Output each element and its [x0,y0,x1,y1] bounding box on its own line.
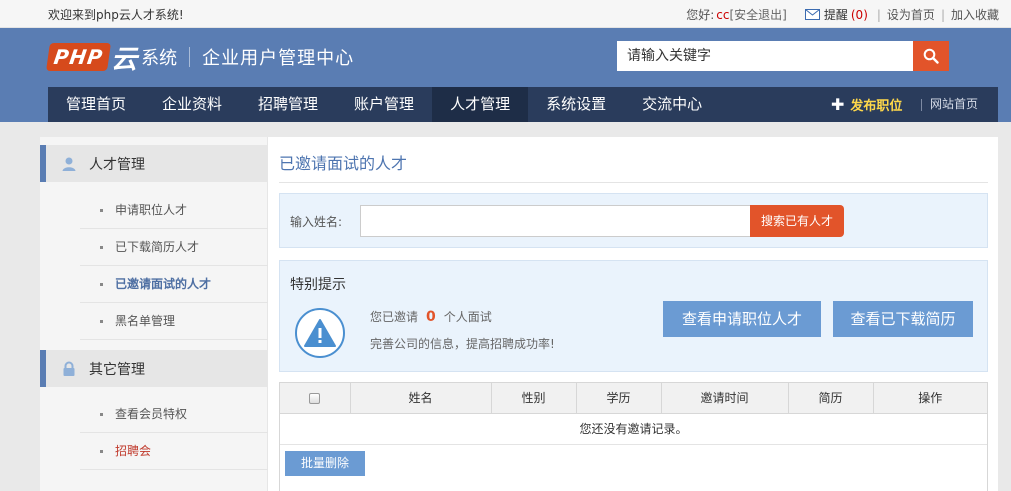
column-header-resume: 简历 [788,383,874,414]
sidebar: 人才管理 申请职位人才 已下载简历人才 已邀请面试的人才 黑名单管理 其它管理 … [40,137,268,491]
bullet [100,209,103,212]
nav-item-company-profile[interactable]: 企业资料 [144,87,240,122]
top-bar-links: 您好: cc [安全退出] 提醒 (0) | 设为首页 | 加入收藏 [686,6,999,23]
user-icon [62,157,76,171]
site-logo[interactable]: PHP 云 系统 企业用户管理中心 [46,40,355,75]
tip-title: 特别提示 [290,277,346,293]
main-nav: 管理首页 企业资料 招聘管理 账户管理 人才管理 系统设置 交流中心 ✚ 发布职位… [48,87,998,122]
nav-item-talent[interactable]: 人才管理 [432,87,529,122]
set-home-link[interactable]: 设为首页 [887,6,935,23]
search-box [617,41,949,71]
select-all-checkbox[interactable] [309,392,321,404]
mail-icon [804,9,820,20]
plus-icon: ✚ [831,95,845,114]
nav-item-community[interactable]: 交流中心 [624,87,720,122]
sidebar-group-talent: 人才管理 [40,145,268,182]
search-name-label: 输入姓名: [290,215,343,229]
column-header-invite-time: 邀请时间 [661,383,789,414]
logo-yun: 云 [111,44,138,75]
sidebar-item-blacklist[interactable]: 黑名单管理 [80,303,268,340]
bullet [100,320,103,323]
publish-job-button[interactable]: ✚ 发布职位 [831,87,902,122]
bullet [100,246,103,249]
logo-divider [189,47,191,67]
invited-summary: 您已邀请 0 个人面试 [370,308,492,325]
search-icon [923,48,939,64]
sidebar-group-title: 其它管理 [89,361,145,378]
lock-icon [63,361,75,376]
search-button[interactable] [913,41,949,71]
remind-count: (0) [850,7,868,22]
sidebar-item-applied[interactable]: 申请职位人才 [80,192,268,229]
select-all-cell [280,383,351,414]
add-favorite-link[interactable]: 加入收藏 [951,6,999,23]
page-title: 企业用户管理中心 [202,48,355,69]
bullet [100,450,103,453]
logout-link[interactable]: [安全退出] [729,6,786,23]
section-title: 已邀请面试的人才 [279,154,408,173]
nav-item-recruitment[interactable]: 招聘管理 [240,87,336,122]
sidebar-item-label: 查看会员特权 [115,407,188,421]
invited-prefix: 您已邀请 [370,310,419,324]
sidebar-item-downloaded[interactable]: 已下载简历人才 [80,229,268,266]
tip-panel: 特别提示 您已邀请 0 个人面试 完善公司的信息，提高招聘成功率! 查看申请职位人才… [279,260,988,372]
batch-delete-button[interactable]: 批量删除 [285,451,365,476]
view-applied-button[interactable]: 查看申请职位人才 [663,301,821,337]
column-header-education: 学历 [576,383,662,414]
sidebar-item-member-privileges[interactable]: 查看会员特权 [80,396,268,433]
sidebar-item-label: 招聘会 [115,444,152,458]
nav-item-account[interactable]: 账户管理 [336,87,432,122]
nav-item-settings[interactable]: 系统设置 [528,87,624,122]
sidebar-item-label: 已邀请面试的人才 [115,277,212,291]
column-header-gender: 性别 [491,383,577,414]
sidebar-item-label: 申请职位人才 [115,203,188,217]
sidebar-item-label: 黑名单管理 [115,314,176,328]
remind-link[interactable]: 提醒 [824,6,848,23]
name-input[interactable] [360,205,752,237]
table-row: 您还没有邀请记录。 [280,413,987,445]
sidebar-item-invited[interactable]: 已邀请面试的人才 [80,266,268,303]
nav-divider [921,99,922,111]
column-header-name: 姓名 [350,383,492,414]
empty-message: 您还没有邀请记录。 [280,413,987,445]
invited-suffix: 个人面试 [443,310,492,324]
top-bar: 欢迎来到php云人才系统! 您好: cc [安全退出] 提醒 (0) | 设为首… [0,0,1011,28]
sidebar-group-title: 人才管理 [89,156,145,173]
bullet [100,283,103,286]
publish-job-label: 发布职位 [850,99,903,114]
search-input[interactable] [617,41,913,71]
divider: | [876,7,881,22]
invited-table: 姓名 性别 学历 邀请时间 简历 操作 您还没有邀请记录。 批量删除 [279,382,988,491]
bullet [100,413,103,416]
sidebar-item-job-fair[interactable]: 招聘会 [80,433,268,470]
greeting-text: 您好: [686,8,715,22]
sidebar-group-other: 其它管理 [40,350,268,387]
logo-sys: 系统 [141,48,178,69]
table-header-row: 姓名 性别 学历 邀请时间 简历 操作 [280,383,987,414]
divider [279,182,988,183]
invited-count: 0 [426,309,436,325]
tip-text: 完善公司的信息，提高招聘成功率! [370,337,555,351]
nav-item-home[interactable]: 管理首页 [48,87,144,122]
search-talent-button[interactable]: 搜索已有人才 [750,205,844,237]
warning-icon [295,308,345,358]
header: PHP 云 系统 企业用户管理中心 管理首页 企业资料 招聘管理 账户管理 人才… [0,28,1011,122]
column-header-actions: 操作 [873,383,987,414]
divider: | [940,7,945,22]
username-link[interactable]: cc [716,8,729,22]
site-home-link[interactable]: 网站首页 [930,87,978,122]
sidebar-item-label: 已下载简历人才 [115,240,200,254]
view-downloaded-button[interactable]: 查看已下载简历 [833,301,973,337]
logo-php: PHP [46,43,112,71]
name-search-panel: 输入姓名: 搜索已有人才 [279,193,988,248]
welcome-text: 欢迎来到php云人才系统! [48,8,184,22]
